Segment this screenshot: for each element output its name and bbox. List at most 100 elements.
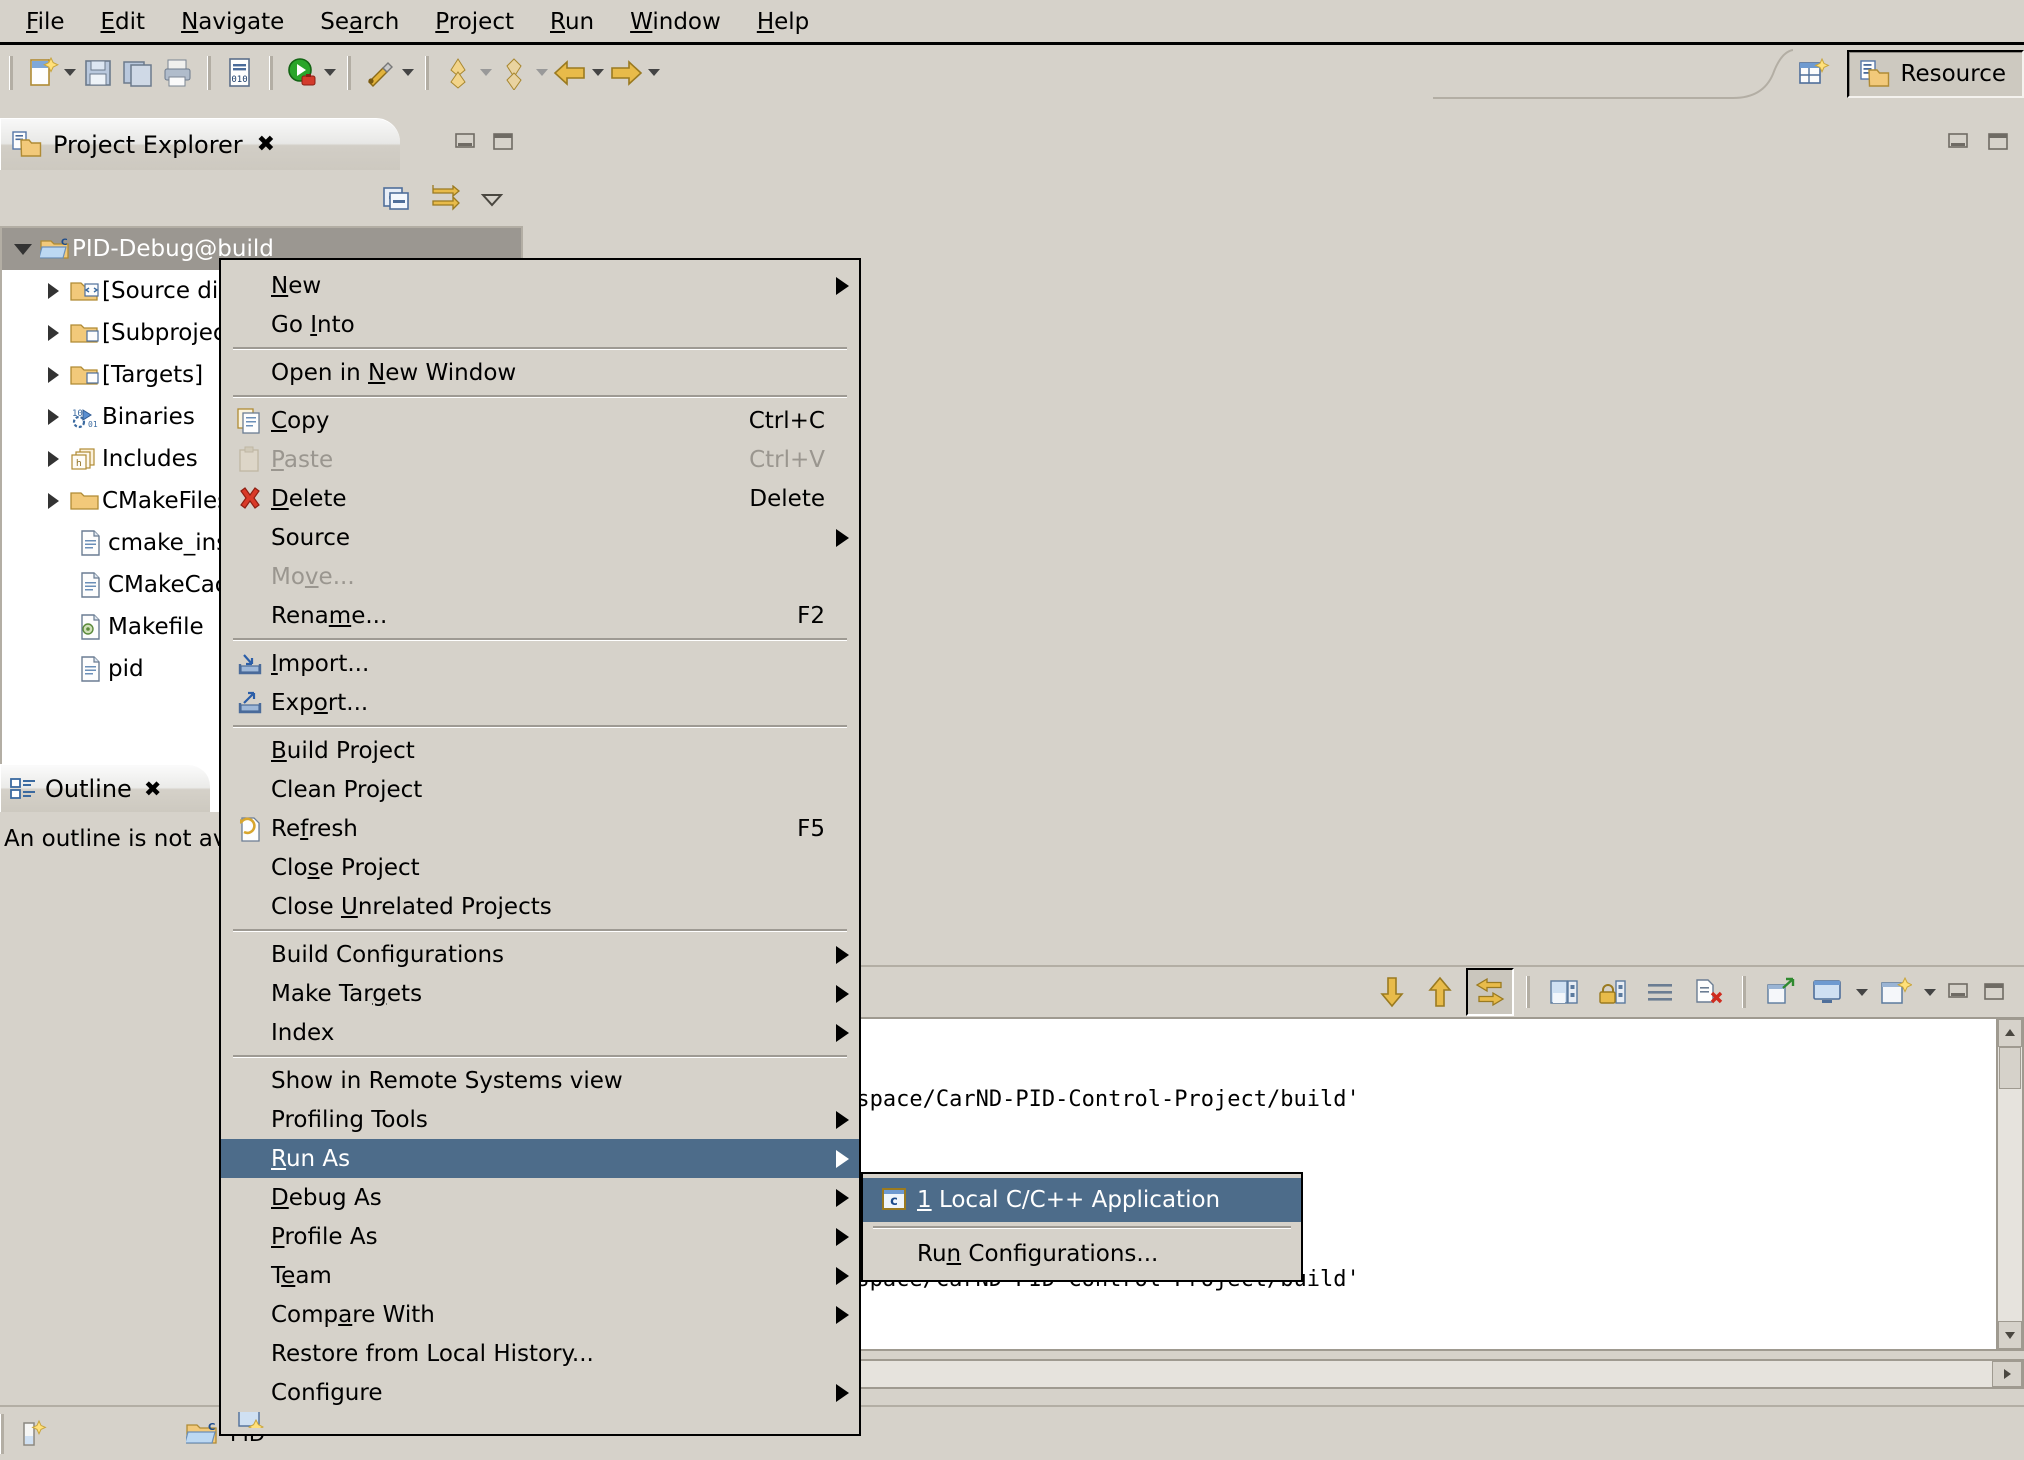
- tab-outline[interactable]: Outline ✖: [0, 764, 210, 812]
- previous-annotation-dropdown-arrow-icon[interactable]: [534, 69, 550, 76]
- scroll-lock-icon[interactable]: [1466, 968, 1514, 1016]
- next-annotation-icon[interactable]: [438, 52, 478, 94]
- context-menu-item-compare-with[interactable]: Compare With: [221, 1295, 859, 1334]
- chevron-right-icon[interactable]: [38, 451, 68, 467]
- display-console-icon[interactable]: [1806, 970, 1850, 1014]
- forward-dropdown-arrow-icon[interactable]: [646, 69, 662, 76]
- run-as-submenu[interactable]: c 1 Local C/C++ Application Run Configur…: [861, 1172, 1303, 1282]
- context-menu-item-clean-project[interactable]: Clean Project: [221, 770, 859, 809]
- menu-search[interactable]: Search: [302, 5, 417, 39]
- context-menu-item-import[interactable]: Import...: [221, 644, 859, 683]
- save-all-icon[interactable]: [118, 52, 158, 94]
- menu-window[interactable]: Window: [612, 5, 739, 39]
- link-with-editor-icon[interactable]: [429, 185, 461, 213]
- clear-console-icon[interactable]: [1638, 970, 1682, 1014]
- save-icon[interactable]: [78, 52, 118, 94]
- project-context-menu[interactable]: New Go Into Open in New Window Copy: [219, 258, 861, 1436]
- previous-annotation-icon[interactable]: [494, 52, 534, 94]
- context-menu-item-refresh[interactable]: Refresh F5: [221, 809, 859, 848]
- chevron-right-icon[interactable]: [38, 325, 68, 341]
- context-menu-item-source[interactable]: Source: [221, 518, 859, 557]
- menu-run[interactable]: Run: [532, 5, 612, 39]
- chevron-right-icon[interactable]: [38, 367, 68, 383]
- context-menu-item-delete[interactable]: Delete Delete: [221, 479, 859, 518]
- menu-item-label: Build Configurations: [271, 942, 825, 968]
- chevron-right-icon[interactable]: [38, 493, 68, 509]
- context-menu-item-restore-from-local-history[interactable]: Restore from Local History...: [221, 1334, 859, 1373]
- collapse-all-icon[interactable]: [381, 185, 411, 213]
- minimize-icon[interactable]: [453, 130, 477, 154]
- scrollbar-thumb[interactable]: [1999, 1047, 2021, 1089]
- submenu-item-run-configurations[interactable]: Run Configurations...: [863, 1232, 1301, 1276]
- build-icon[interactable]: [360, 52, 400, 94]
- new-console-icon[interactable]: [1874, 970, 1918, 1014]
- chevron-right-icon[interactable]: [38, 409, 68, 425]
- new-console-dropdown-arrow-icon[interactable]: [1922, 989, 1938, 996]
- view-menu-icon[interactable]: [479, 186, 505, 212]
- perspective-button-resource[interactable]: Resource: [1847, 50, 2024, 98]
- remove-console-icon[interactable]: [1686, 970, 1730, 1014]
- context-menu-item-run-as[interactable]: Run As: [221, 1139, 859, 1178]
- context-menu-item-close-unrelated-projects[interactable]: Close Unrelated Projects: [221, 887, 859, 926]
- source-folder-icon: [68, 278, 102, 304]
- context-menu-item-make-targets[interactable]: Make Targets: [221, 974, 859, 1013]
- run-icon[interactable]: [282, 52, 322, 94]
- context-menu-item-debug-as[interactable]: Debug As: [221, 1178, 859, 1217]
- context-menu-item-build-project[interactable]: Build Project: [221, 731, 859, 770]
- menu-file[interactable]: File: [8, 5, 83, 39]
- save-console-icon[interactable]: [1542, 970, 1586, 1014]
- build-dropdown-arrow-icon[interactable]: [400, 69, 416, 76]
- context-menu-item-partial-bottom[interactable]: [221, 1412, 859, 1428]
- scrollbar-down-arrow-icon[interactable]: [1998, 1321, 2022, 1349]
- context-menu-item-build-configurations[interactable]: Build Configurations: [221, 935, 859, 974]
- open-console-icon[interactable]: [1758, 970, 1802, 1014]
- context-menu-item-configure[interactable]: Configure: [221, 1373, 859, 1412]
- next-annotation-dropdown-arrow-icon[interactable]: [478, 69, 494, 76]
- menu-help[interactable]: Help: [739, 5, 827, 39]
- new-wizard-icon[interactable]: [22, 52, 62, 94]
- new-c-file-icon[interactable]: 010: [220, 52, 260, 94]
- context-menu-item-open-in-new-window[interactable]: Open in New Window: [221, 353, 859, 392]
- scroll-down-icon[interactable]: [1370, 970, 1414, 1014]
- context-menu-item-show-in-remote-systems-view[interactable]: Show in Remote Systems view: [221, 1061, 859, 1100]
- back-dropdown-arrow-icon[interactable]: [590, 69, 606, 76]
- new-wizard-dropdown-arrow-icon[interactable]: [62, 69, 78, 76]
- chevron-down-icon[interactable]: [8, 244, 38, 255]
- context-menu-item-index[interactable]: Index: [221, 1013, 859, 1052]
- submenu-item-local-cpp-application[interactable]: c 1 Local C/C++ Application: [863, 1178, 1301, 1222]
- context-menu-item-profile-as[interactable]: Profile As: [221, 1217, 859, 1256]
- scrollbar-up-arrow-icon[interactable]: [1998, 1019, 2022, 1047]
- maximize-icon[interactable]: [1978, 970, 2010, 1014]
- context-menu-item-export[interactable]: Export...: [221, 683, 859, 722]
- context-menu-item-go-into[interactable]: Go Into: [221, 305, 859, 344]
- close-icon[interactable]: ✖: [144, 777, 162, 801]
- close-icon[interactable]: ✖: [257, 132, 275, 157]
- maximize-icon[interactable]: [1986, 130, 2010, 154]
- run-dropdown-arrow-icon[interactable]: [322, 69, 338, 76]
- context-menu-item-team[interactable]: Team: [221, 1256, 859, 1295]
- scroll-up-icon[interactable]: [1418, 970, 1462, 1014]
- chevron-right-icon[interactable]: [38, 283, 68, 299]
- project-explorer-window-controls: [453, 130, 515, 154]
- forward-icon[interactable]: [606, 52, 646, 94]
- context-menu-item-close-project[interactable]: Close Project: [221, 848, 859, 887]
- context-menu-item-rename[interactable]: Rename... F2: [221, 596, 859, 635]
- scrollbar-right-arrow-icon[interactable]: [1992, 1361, 2022, 1387]
- context-menu-item-profiling-tools[interactable]: Profiling Tools: [221, 1100, 859, 1139]
- console-vertical-scrollbar[interactable]: [1996, 1017, 2024, 1351]
- minimize-icon[interactable]: [1942, 970, 1974, 1014]
- maximize-icon[interactable]: [491, 130, 515, 154]
- back-icon[interactable]: [550, 52, 590, 94]
- display-console-dropdown-arrow-icon[interactable]: [1854, 989, 1870, 996]
- tab-project-explorer[interactable]: Project Explorer ✖: [0, 118, 400, 170]
- menu-project[interactable]: Project: [417, 5, 532, 39]
- context-menu-item-copy[interactable]: Copy Ctrl+C: [221, 401, 859, 440]
- menu-navigate[interactable]: Navigate: [163, 5, 302, 39]
- submenu-arrow-icon: [825, 1111, 849, 1129]
- menu-edit[interactable]: Edit: [83, 5, 164, 39]
- open-perspective-icon[interactable]: [1793, 53, 1833, 95]
- pin-console-icon[interactable]: [1590, 970, 1634, 1014]
- minimize-icon[interactable]: [1946, 130, 1970, 154]
- print-icon[interactable]: [158, 52, 198, 94]
- context-menu-item-new[interactable]: New: [221, 266, 859, 305]
